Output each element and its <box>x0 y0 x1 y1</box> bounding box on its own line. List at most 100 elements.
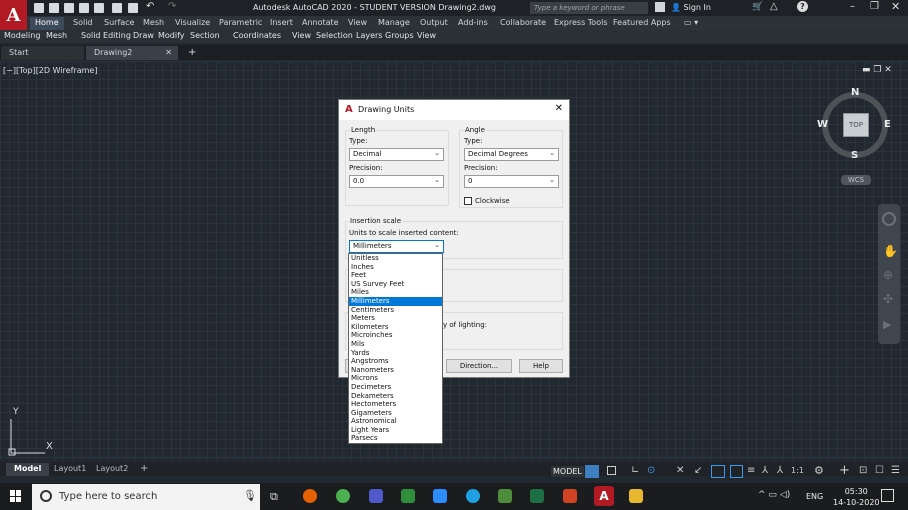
tab-surface[interactable]: Surface <box>99 17 139 30</box>
option-mils[interactable]: Mils <box>349 340 442 349</box>
save-icon[interactable] <box>64 3 74 13</box>
option-millimeters[interactable]: Millimeters <box>349 296 442 306</box>
green-app-icon[interactable] <box>498 489 512 503</box>
polar-icon[interactable]: ⊙ <box>647 465 655 476</box>
viewport-controls[interactable]: [−][Top][2D Wireframe] <box>3 66 97 75</box>
compass-west[interactable]: W <box>817 119 828 130</box>
showmotion-icon[interactable]: ▶ <box>883 318 891 331</box>
tab-solid[interactable]: Solid <box>68 17 98 30</box>
task-view-icon[interactable]: ⧉ <box>270 490 278 504</box>
option-kilometers[interactable]: Kilometers <box>349 323 442 332</box>
properties-icon[interactable]: ☐ <box>875 465 884 476</box>
add-layout-icon[interactable]: + <box>132 462 156 475</box>
option-microns[interactable]: Microns <box>349 374 442 383</box>
close-icon[interactable]: ✕ <box>891 0 900 13</box>
length-precision-select[interactable]: 0.0 ⌄ <box>349 175 444 188</box>
option-meters[interactable]: Meters <box>349 314 442 323</box>
plus-icon[interactable]: + <box>839 463 850 478</box>
compass-east[interactable]: E <box>884 119 891 130</box>
annotation-scale-icon[interactable]: ⅄ <box>762 465 768 476</box>
taskbar-search-input[interactable]: Type here to search <box>32 484 260 510</box>
workspace-gear-icon[interactable]: ⚙ <box>814 464 824 477</box>
tab-manage[interactable]: Manage <box>373 17 415 30</box>
orbit-icon[interactable]: ✣ <box>883 292 893 306</box>
close-tab-icon[interactable]: ✕ <box>165 48 172 57</box>
option-centimeters[interactable]: Centimeters <box>349 306 442 315</box>
language-indicator[interactable]: ENG <box>806 492 823 501</box>
length-type-select[interactable]: Decimal ⌄ <box>349 148 444 161</box>
menu-draw[interactable]: Draw <box>133 31 154 40</box>
wcs-menu[interactable]: WCS <box>841 175 871 185</box>
direction-button[interactable]: Direction... <box>446 359 512 373</box>
option-parsecs[interactable]: Parsecs <box>349 434 442 443</box>
option-unitless[interactable]: Unitless <box>349 254 442 263</box>
angle-type-select[interactable]: Decimal Degrees ⌄ <box>464 148 559 161</box>
compass-north[interactable]: N <box>851 87 859 98</box>
file-explorer-icon[interactable] <box>629 489 643 503</box>
tab-parametric[interactable]: Parametric <box>214 17 267 30</box>
system-tray-icons[interactable]: ^ ▭ ◁) <box>758 490 790 500</box>
autocad-logo-icon[interactable]: A <box>0 0 27 30</box>
tab-model[interactable]: Model <box>6 463 50 476</box>
microphone-icon[interactable]: 🎙 <box>243 489 257 502</box>
menu-mesh[interactable]: Mesh <box>46 31 67 40</box>
model-space-button[interactable]: MODEL <box>551 466 584 477</box>
binoculars-icon[interactable] <box>655 2 665 12</box>
tab-mesh[interactable]: Mesh <box>138 17 169 30</box>
tab-annotate[interactable]: Annotate <box>297 17 344 30</box>
ortho-icon[interactable]: ∟ <box>631 465 639 476</box>
ui-icon[interactable]: ⊡ <box>859 465 867 476</box>
snip-icon[interactable] <box>401 489 415 503</box>
viewcube-top-face[interactable]: TOP <box>843 113 869 137</box>
open-file-icon[interactable] <box>49 3 59 13</box>
autocad-taskbar-icon[interactable]: A <box>594 486 614 506</box>
compass-south[interactable]: S <box>851 150 858 161</box>
plot-icon[interactable] <box>112 3 122 13</box>
insertion-units-dropdown-list[interactable]: Unitless Inches Feet US Survey Feet Mile… <box>348 253 443 444</box>
tab-insert[interactable]: Insert <box>265 17 298 30</box>
tab-add-ins[interactable]: Add-ins <box>453 17 493 30</box>
tab-home[interactable]: Home <box>30 17 64 30</box>
option-astronomical[interactable]: Astronomical <box>349 417 442 426</box>
tab-featured-apps[interactable]: Featured Apps <box>608 17 676 30</box>
excel-icon[interactable] <box>530 489 544 503</box>
object-track-icon[interactable]: ↙ <box>694 465 702 476</box>
menu-view[interactable]: View <box>292 31 311 40</box>
menu-layers[interactable]: Layers <box>356 31 382 40</box>
steering-wheel-icon[interactable] <box>882 212 896 226</box>
minimize-icon[interactable]: – <box>850 1 855 12</box>
tab-express-tools[interactable]: Express Tools <box>549 17 613 30</box>
angle-precision-select[interactable]: 0 ⌄ <box>464 175 559 188</box>
customize-icon[interactable]: ☰ <box>891 465 900 476</box>
option-us-survey-feet[interactable]: US Survey Feet <box>349 280 442 289</box>
ribbon-toggle-icon[interactable]: ▭ ▾ <box>679 17 703 30</box>
option-miles[interactable]: Miles <box>349 288 442 297</box>
annotation-visibility-icon[interactable]: ⅄ <box>777 465 783 476</box>
undo-icon[interactable]: ↶ <box>146 1 154 12</box>
new-file-icon[interactable] <box>34 3 44 13</box>
cart-icon[interactable]: 🛒 <box>752 2 763 12</box>
grid-icon[interactable] <box>585 465 599 478</box>
tab-collaborate[interactable]: Collaborate <box>495 17 551 30</box>
clockwise-checkbox[interactable] <box>464 197 472 205</box>
option-gigameters[interactable]: Gigameters <box>349 409 442 418</box>
autodesk-account-icon[interactable]: △ <box>770 1 778 12</box>
menu-modeling[interactable]: Modeling <box>4 31 40 40</box>
tab-layout2[interactable]: Layout2 <box>88 463 136 476</box>
option-angstroms[interactable]: Angstroms <box>349 357 442 366</box>
isodraft-icon[interactable]: ✕ <box>676 465 684 476</box>
restore-icon[interactable]: ❐ <box>870 1 879 12</box>
option-light-years[interactable]: Light Years <box>349 426 442 435</box>
save-as-icon[interactable] <box>79 3 89 13</box>
menu-coordinates[interactable]: Coordinates <box>233 31 281 40</box>
menu-solid-editing[interactable]: Solid Editing <box>81 31 131 40</box>
navigation-bar[interactable]: ✋ ⊕ ✣ ▶ <box>878 204 900 344</box>
menu-groups[interactable]: Groups <box>385 31 414 40</box>
zoom-icon[interactable]: ⊕ <box>883 268 893 282</box>
option-dekameters[interactable]: Dekameters <box>349 392 442 401</box>
pan-icon[interactable]: ✋ <box>883 244 898 258</box>
new-tab-icon[interactable]: + <box>180 45 204 59</box>
tab-output[interactable]: Output <box>415 17 453 30</box>
transparency-icon[interactable]: ≡ <box>747 465 755 476</box>
menu-view-2[interactable]: View <box>417 31 436 40</box>
